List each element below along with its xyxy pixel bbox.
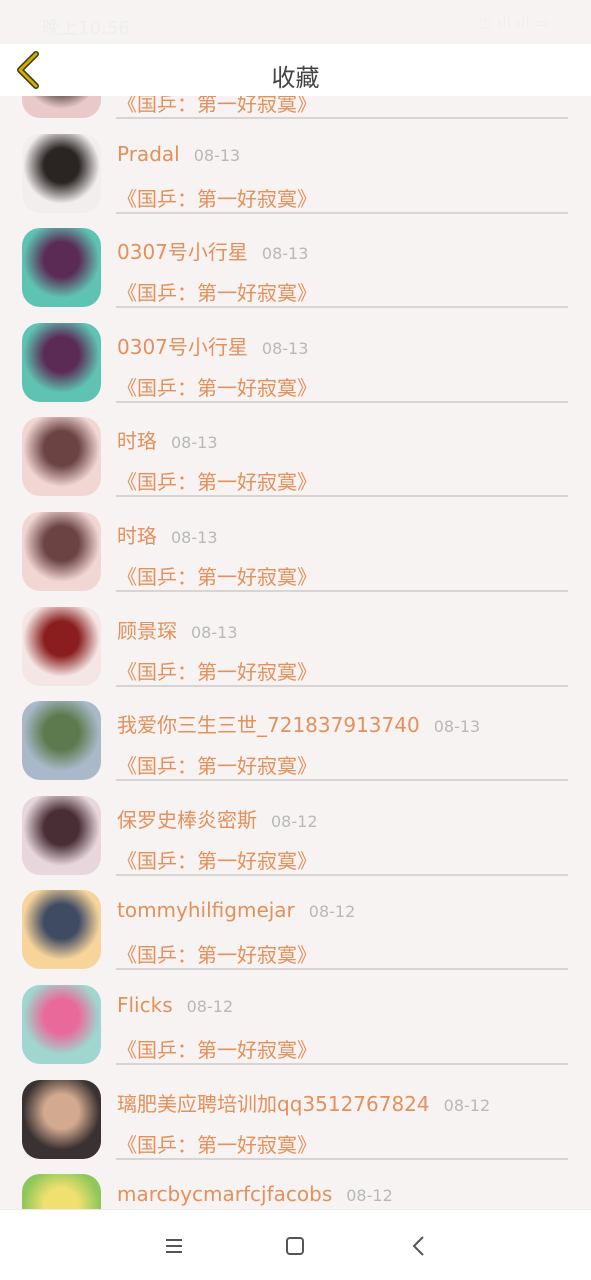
item-header: 璃肥美应聘培训加qq3512767824 08-12 [117, 1088, 490, 1117]
page-title: 收藏 [271, 64, 320, 92]
item-date: 08-13 [171, 433, 218, 453]
favorite-item[interactable]: 时珞 08-13 《国乒：第一好寂寞》 [0, 385, 591, 498]
user-name[interactable]: 顾景琛 [117, 619, 177, 643]
menu-icon [166, 1239, 182, 1253]
item-header: 0307号小行星 08-13 [117, 331, 308, 360]
item-header: 顾景琛 08-13 [117, 615, 238, 644]
user-name[interactable]: 时珞 [117, 429, 157, 453]
item-header: 时珞 08-13 [117, 520, 218, 549]
favorite-item[interactable]: Flicks 08-12 《国乒：第一好寂寞》 [0, 953, 591, 1065]
item-header: Flicks 08-12 [117, 993, 233, 1017]
back-chevron-icon [412, 1236, 424, 1256]
header: 收藏 [0, 44, 591, 96]
item-header: 我爱你三生三世_721837913740 08-13 [117, 709, 480, 738]
item-header: 0307号小行星 08-13 [117, 236, 308, 265]
favorite-item[interactable]: tommyhilfigmejar 08-12 《国乒：第一好寂寞》 [0, 858, 591, 971]
item-date: 08-13 [433, 717, 481, 737]
item-date: 08-13 [171, 527, 218, 547]
favorite-item[interactable]: 保罗史棒炎密斯 08-12 《国乒：第一好寂寞》 [0, 764, 591, 876]
user-name[interactable]: 我爱你三生三世_721837913740 [117, 713, 420, 737]
item-date: 08-13 [193, 145, 241, 165]
item-date: 08-13 [191, 622, 238, 642]
status-bar: 晚上10:56 ◫ ıll ıll ▭ [0, 0, 591, 44]
user-name[interactable]: 0307号小行星 [117, 335, 248, 359]
user-name[interactable]: tommyhilfigmejar [117, 898, 295, 922]
favorite-item[interactable]: 顾景琛 08-13 《国乒：第一好寂寞》 [0, 575, 591, 687]
nav-back-button[interactable] [405, 1232, 433, 1260]
item-header: Pradal 08-13 [117, 142, 240, 166]
item-date: 08-12 [308, 902, 356, 922]
user-name[interactable]: Pradal [117, 142, 180, 166]
favorite-item[interactable]: 时珞 08-13 《国乒：第一好寂寞》 [0, 480, 591, 592]
menu-button[interactable] [160, 1232, 188, 1260]
favorites-list-inner: 《国乒：第一好寂寞》 Pradal 08-13 《国乒：第一好寂寞》 0307号小行星 0… [0, 96, 591, 1209]
favorite-item[interactable]: 0307号小行星 08-13 《国乒：第一好寂寞》 [0, 291, 591, 403]
item-date: 08-13 [261, 338, 309, 358]
user-name[interactable]: 0307号小行星 [117, 240, 248, 264]
home-square-icon [286, 1237, 304, 1255]
item-header: marcbycmarfcjfacobs 08-12 [117, 1182, 393, 1206]
favorites-list[interactable]: 《国乒：第一好寂寞》 Pradal 08-13 《国乒：第一好寂寞》 0307号小行星 0… [0, 96, 591, 1209]
favorite-item[interactable]: Pradal 08-13 《国乒：第一好寂寞》 [0, 102, 591, 214]
favorite-item[interactable]: marcbycmarfcjfacobs 08-12 [0, 1142, 591, 1209]
item-date: 08-12 [271, 811, 318, 831]
item-date: 08-12 [186, 996, 234, 1016]
status-time: 晚上10:56 [42, 18, 130, 39]
user-name[interactable]: Flicks [117, 993, 173, 1017]
item-header: 时珞 08-13 [117, 425, 218, 454]
user-name[interactable]: 璃肥美应聘培训加qq3512767824 [117, 1092, 430, 1116]
favorite-item[interactable]: 我爱你三生三世_721837913740 08-13 《国乒：第一好寂寞》 [0, 669, 591, 782]
favorite-item[interactable]: 0307号小行星 08-13 《国乒：第一好寂寞》 [0, 196, 591, 309]
item-header: 保罗史棒炎密斯 08-12 [117, 804, 318, 833]
favorite-item[interactable]: 璃肥美应聘培训加qq3512767824 08-12 《国乒：第一好寂寞》 [0, 1048, 591, 1160]
user-name[interactable]: 保罗史棒炎密斯 [117, 808, 257, 832]
item-date: 08-12 [346, 1186, 393, 1206]
item-date: 08-12 [443, 1095, 491, 1115]
item-header: tommyhilfigmejar 08-12 [117, 898, 355, 922]
user-name[interactable]: marcbycmarfcjfacobs [117, 1182, 332, 1206]
avatar[interactable] [22, 1174, 101, 1209]
system-nav-bar [0, 1209, 591, 1280]
item-date: 08-13 [261, 244, 309, 264]
status-indicators: ◫ ıll ıll ▭ [479, 16, 549, 31]
home-button[interactable] [281, 1232, 309, 1260]
user-name[interactable]: 时珞 [117, 524, 157, 548]
